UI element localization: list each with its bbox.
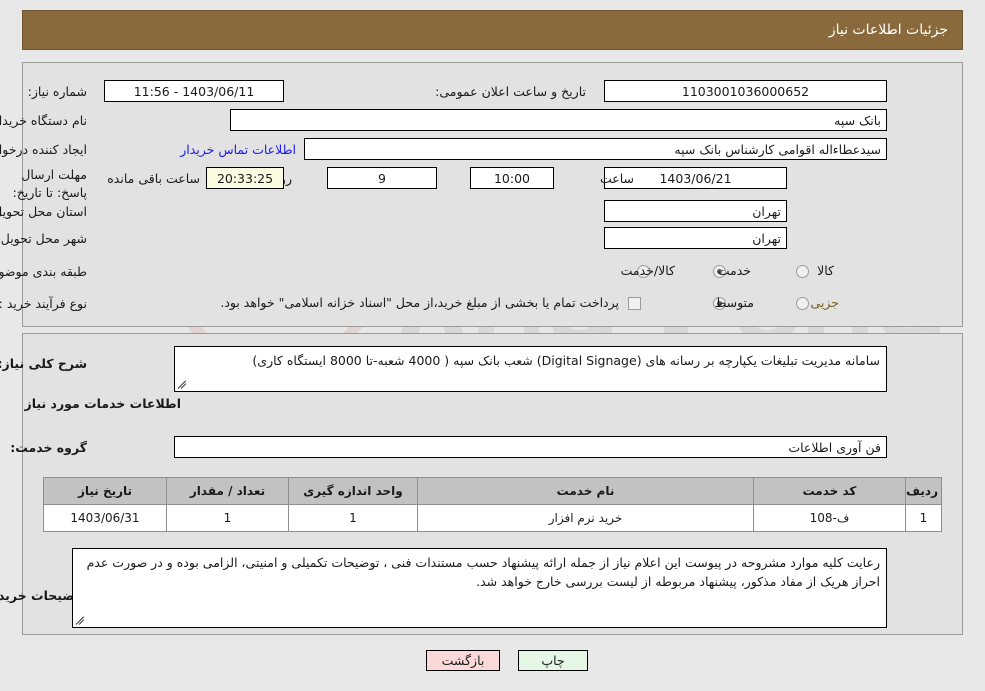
- checkbox-islamic-treasury[interactable]: [628, 297, 641, 310]
- announce-datetime-value: 1403/06/11 - 11:56: [104, 80, 284, 102]
- service-group-label: گروه خدمت:: [10, 440, 87, 455]
- need-number-label: شماره نیاز:: [27, 84, 87, 99]
- countdown-value: 20:33:25: [206, 167, 284, 189]
- countdown-suffix-label: ساعت باقی مانده: [107, 171, 200, 186]
- general-desc-text: سامانه مدیریت تبلیغات یکپارچه بر رسانه ه…: [252, 353, 880, 368]
- general-desc-label: شرح کلی نیاز:: [0, 356, 87, 371]
- cell-quantity: 1: [166, 504, 289, 532]
- page-header: جزئیات اطلاعات نیاز: [22, 10, 963, 50]
- col-need-date: تاریخ نیاز: [43, 477, 167, 505]
- back-button[interactable]: بازگشت: [426, 650, 500, 671]
- cell-need-date: 1403/06/31: [43, 504, 167, 532]
- cell-service-code: ف-108: [753, 504, 906, 532]
- table-header-row: ردیف کد خدمت نام خدمت واحد اندازه گیری ت…: [43, 477, 942, 505]
- col-unit: واحد اندازه گیری: [288, 477, 418, 505]
- page-root: جزئیات اطلاعات نیاز شماره نیاز: 11030010…: [0, 0, 985, 691]
- radio-process-minor[interactable]: [796, 297, 809, 310]
- deadline-label: مهلت ارسال پاسخ: تا تاریخ:: [12, 167, 87, 200]
- announce-datetime-label: تاریخ و ساعت اعلان عمومی:: [435, 84, 586, 99]
- buyer-notes-text: رعایت کلیه موارد مشروحه در پیوست این اعل…: [86, 555, 880, 589]
- radio-category-goods-label: کالا: [817, 263, 834, 278]
- islamic-treasury-label: پرداخت تمام یا بخشی از مبلغ خرید،از محل …: [220, 295, 619, 310]
- province-label: استان محل تحویل:: [0, 204, 87, 219]
- buyer-notes-value[interactable]: رعایت کلیه موارد مشروحه در پیوست این اعل…: [72, 548, 887, 628]
- requester-label: ایجاد کننده درخواست:: [0, 142, 87, 157]
- page-title: جزئیات اطلاعات نیاز: [828, 22, 948, 38]
- buyer-contact-link[interactable]: اطلاعات تماس خریدار: [180, 142, 296, 157]
- col-service-name: نام خدمت: [417, 477, 754, 505]
- radio-category-goods[interactable]: [796, 265, 809, 278]
- radio-category-service-label: خدمت: [717, 263, 751, 278]
- col-quantity: تعداد / مقدار: [166, 477, 289, 505]
- city-label: شهر محل تحویل:: [0, 231, 87, 246]
- table-row: 1 ف-108 خرید نرم افزار 1 1 1403/06/31: [43, 504, 942, 532]
- services-section-heading: اطلاعات خدمات مورد نیاز: [24, 396, 182, 411]
- buyer-org-value: بانک سپه: [230, 109, 887, 131]
- buyer-org-label: نام دستگاه خریدار:: [0, 113, 87, 128]
- col-service-code: کد خدمت: [753, 477, 906, 505]
- cell-service-name: خرید نرم افزار: [417, 504, 754, 532]
- city-value: تهران: [604, 227, 787, 249]
- general-desc-value[interactable]: سامانه مدیریت تبلیغات یکپارچه بر رسانه ه…: [174, 346, 887, 392]
- col-row-no: ردیف: [905, 477, 942, 505]
- radio-category-goods-service-label: کالا/خدمت: [620, 263, 675, 278]
- process-type-label: نوع فرآیند خرید :: [0, 296, 87, 311]
- resize-grip-icon: [177, 380, 187, 390]
- radio-process-medium-label: متوسط: [714, 295, 754, 310]
- resize-grip-icon: [75, 616, 85, 626]
- cell-unit: 1: [288, 504, 418, 532]
- deadline-hour-label: ساعت: [599, 171, 634, 186]
- requester-value: سیدعطاءاله اقوامی کارشناس بانک سپه: [304, 138, 887, 160]
- print-button[interactable]: چاپ: [518, 650, 588, 671]
- cell-row-no: 1: [905, 504, 942, 532]
- category-label: طبقه بندی موضوعی:: [0, 264, 87, 279]
- radio-process-minor-label: جزیی: [810, 295, 839, 310]
- services-table: ردیف کد خدمت نام خدمت واحد اندازه گیری ت…: [43, 477, 942, 532]
- days-remaining-value: 9: [327, 167, 437, 189]
- service-group-value: فن آوری اطلاعات: [174, 436, 887, 458]
- need-number-value: 1103001036000652: [604, 80, 887, 102]
- deadline-hour-value: 10:00: [470, 167, 554, 189]
- province-value: تهران: [604, 200, 787, 222]
